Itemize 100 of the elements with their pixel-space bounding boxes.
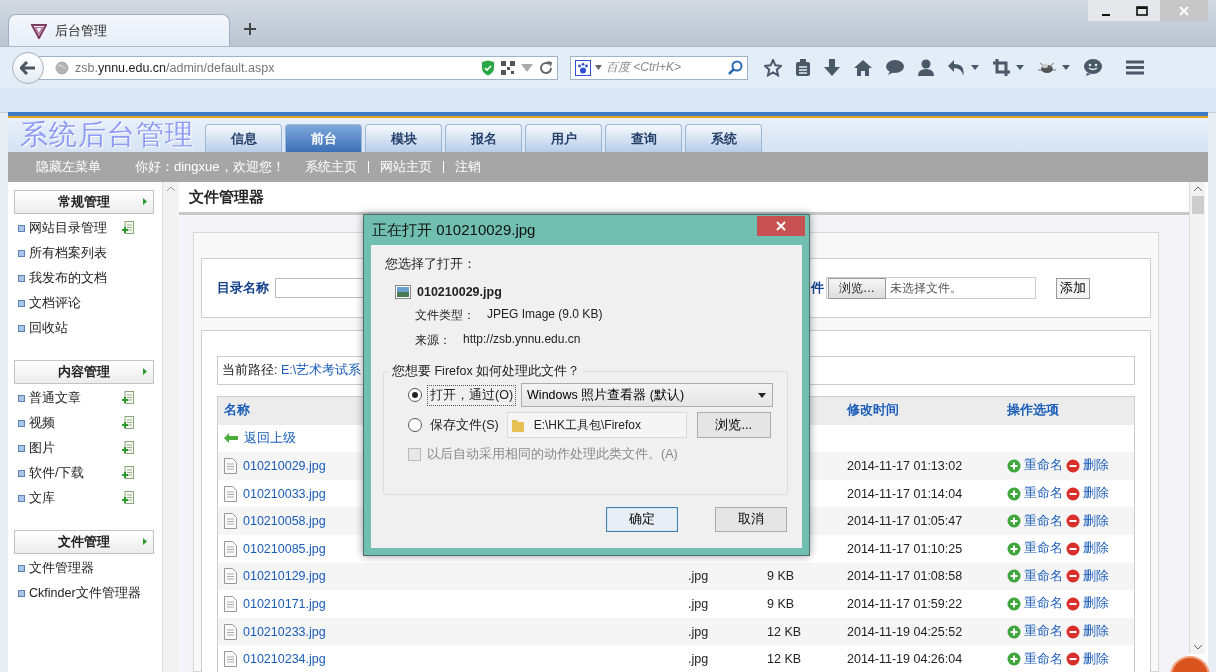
dropdown-icon[interactable] (971, 65, 979, 70)
file-input[interactable]: 浏览… 未选择文件。 (826, 277, 1036, 299)
dropdown-icon[interactable] (595, 65, 602, 70)
menu-item[interactable]: 视频 (29, 415, 55, 432)
file-link[interactable]: 010210233.jpg (243, 624, 326, 639)
delete-link[interactable]: 删除 (1083, 623, 1109, 641)
menu-group-header[interactable]: 文件管理 (14, 530, 154, 554)
dialog-button[interactable]: 取消 (715, 507, 787, 532)
add-page-icon[interactable] (122, 466, 134, 479)
scrollbar[interactable] (162, 182, 179, 672)
nav-tab[interactable]: 系统 (685, 124, 762, 152)
file-link[interactable]: 010210033.jpg (243, 486, 326, 501)
chat-icon[interactable] (886, 60, 904, 75)
menu-item[interactable]: 文件管理器 (29, 560, 94, 577)
menu-item[interactable]: 所有档案列表 (29, 245, 107, 262)
bug-icon[interactable] (1038, 60, 1056, 75)
reload-icon[interactable] (539, 60, 553, 75)
maximize-button[interactable] (1124, 0, 1160, 21)
menu-item[interactable]: 我发布的文档 (29, 270, 107, 287)
add-page-icon[interactable] (122, 416, 134, 429)
menu-item[interactable]: Ckfinder文件管理器 (29, 585, 141, 602)
rename-link[interactable]: 重命名 (1024, 512, 1063, 530)
dialog-button[interactable]: 确定 (606, 507, 678, 532)
home-icon[interactable] (854, 59, 872, 76)
crop-icon[interactable] (993, 59, 1010, 76)
shield-icon[interactable] (481, 59, 495, 76)
file-link[interactable]: 010210029.jpg (243, 459, 326, 473)
radio-button[interactable] (408, 388, 422, 402)
star-icon[interactable] (764, 58, 782, 77)
download-icon[interactable] (824, 59, 840, 76)
undo-icon[interactable] (948, 59, 965, 76)
rename-link[interactable]: 重命名 (1024, 457, 1063, 475)
menu-item[interactable]: 文库 (29, 490, 55, 507)
nav-tab[interactable]: 模块 (365, 124, 442, 152)
delete-link[interactable]: 删除 (1083, 540, 1109, 558)
search-field[interactable]: 百度 <Ctrl+K> (570, 55, 748, 80)
nav-tab[interactable]: 报名 (445, 124, 522, 152)
add-page-icon[interactable] (122, 391, 134, 404)
menu-item[interactable]: 回收站 (29, 320, 68, 337)
minimize-button[interactable] (1088, 0, 1124, 21)
delete-link[interactable]: 删除 (1083, 485, 1109, 503)
scroll-up-icon[interactable] (167, 186, 175, 191)
dropdown-icon[interactable] (1062, 65, 1070, 70)
nav-tab[interactable]: 查询 (605, 124, 682, 152)
add-page-icon[interactable] (122, 491, 134, 504)
delete-link[interactable]: 删除 (1083, 650, 1109, 668)
menu-icon[interactable] (1126, 60, 1144, 75)
menu-group-header[interactable]: 常规管理 (14, 190, 154, 214)
menu-group-header[interactable]: 内容管理 (14, 360, 154, 384)
add-page-icon[interactable] (122, 221, 134, 234)
file-link[interactable]: 010210234.jpg (243, 652, 326, 667)
table-cell-text: .jpg (688, 569, 710, 584)
clipboard-icon[interactable] (796, 59, 810, 76)
app-dropdown[interactable]: Windows 照片查看器 (默认) (521, 383, 774, 407)
nav-tab[interactable]: 信息 (205, 124, 282, 152)
browser-tab[interactable]: 后台管理 (8, 14, 230, 46)
add-button[interactable]: 添加 (1056, 277, 1090, 299)
scroll-thumb[interactable] (1191, 196, 1204, 214)
dialog-title: 正在打开 010210029.jpg (372, 221, 536, 240)
delete-link[interactable]: 删除 (1083, 457, 1109, 475)
delete-link[interactable]: 删除 (1083, 512, 1109, 530)
rename-link[interactable]: 重命名 (1024, 595, 1063, 613)
close-button[interactable] (757, 216, 805, 236)
scrollbar[interactable] (1189, 182, 1205, 654)
radio-label[interactable]: 打开，通过(O) (428, 385, 516, 405)
path-link[interactable]: E:\艺术考试系 (280, 362, 362, 379)
back-arrow-icon (20, 60, 36, 75)
nav-tab[interactable]: 前台 (285, 124, 362, 152)
search-icon[interactable] (728, 60, 743, 75)
smiley-icon[interactable] (1084, 59, 1102, 76)
menu-item[interactable]: 网站目录管理 (29, 220, 107, 237)
delete-link[interactable]: 删除 (1083, 595, 1109, 613)
browse-button[interactable]: 浏览... (696, 412, 771, 438)
file-link[interactable]: 010210058.jpg (243, 514, 326, 529)
back-button[interactable] (12, 51, 44, 84)
rename-link[interactable]: 重命名 (1024, 650, 1063, 668)
person-icon[interactable] (918, 59, 934, 76)
file-link[interactable]: 010210085.jpg (243, 541, 326, 556)
qr-code-icon[interactable] (501, 60, 515, 75)
rename-link[interactable]: 重命名 (1024, 485, 1063, 503)
folder-field[interactable]: E:\HK工具包\Firefox (506, 412, 687, 438)
rename-link[interactable]: 重命名 (1024, 540, 1063, 558)
rename-link[interactable]: 重命名 (1024, 623, 1063, 641)
radio-button[interactable] (408, 418, 422, 432)
rename-link[interactable]: 重命名 (1024, 567, 1063, 585)
scroll-down-icon[interactable] (1193, 645, 1202, 650)
delete-link[interactable]: 删除 (1083, 567, 1109, 585)
address-field[interactable]: zsb.ynnu.edu.cn/admin/default.aspx (36, 55, 558, 80)
dropdown-icon[interactable] (1016, 65, 1024, 70)
nav-tab[interactable]: 用户 (525, 124, 602, 152)
menu-item[interactable]: 软件/下载 (29, 465, 85, 482)
add-page-icon[interactable] (122, 441, 134, 454)
menu-item[interactable]: 文档评论 (29, 295, 81, 312)
radio-label[interactable]: 保存文件(S) (428, 415, 501, 435)
file-link[interactable]: 010210171.jpg (243, 596, 326, 611)
menu-item[interactable]: 图片 (29, 440, 55, 457)
scroll-up-icon[interactable] (1193, 186, 1202, 191)
file-link[interactable]: 010210129.jpg (243, 569, 326, 584)
menu-item[interactable]: 普通文章 (29, 390, 81, 407)
up-link[interactable]: 返回上级 (244, 429, 296, 447)
